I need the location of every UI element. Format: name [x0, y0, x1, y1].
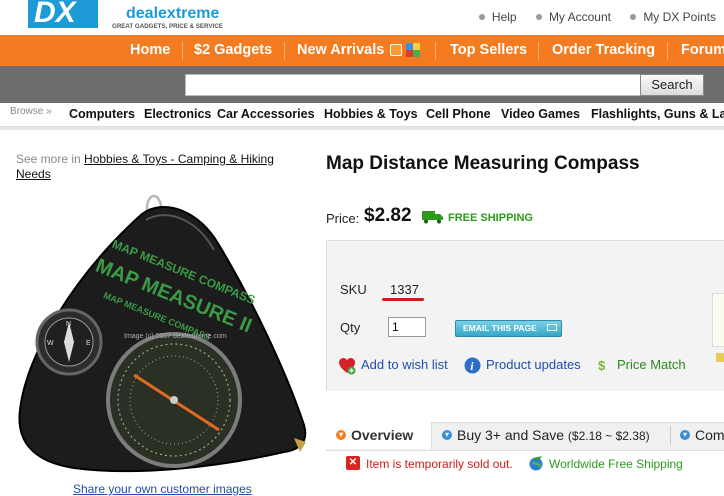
tab-overview[interactable]: ▾ Overview [326, 422, 432, 449]
truck-icon [422, 211, 443, 224]
quantity-input[interactable] [388, 317, 426, 337]
nav-divider [435, 42, 436, 60]
nav-divider [667, 42, 668, 60]
svg-text:E: E [86, 340, 91, 347]
category-flashlights[interactable]: Flashlights, Guns & Lasers [591, 107, 724, 121]
category-cell-phone[interactable]: Cell Phone [426, 107, 491, 121]
bullet-icon [478, 13, 485, 20]
email-page-button[interactable]: EMAIL THIS PAGE [455, 320, 562, 337]
logo-block: DX [28, 0, 98, 29]
product-updates-link[interactable]: Product updates [486, 357, 581, 372]
svg-text:N: N [66, 321, 71, 328]
svg-text:W: W [47, 340, 54, 347]
sku-underline [382, 298, 424, 301]
category-electronics[interactable]: Electronics [144, 107, 211, 121]
nav-divider [284, 42, 285, 60]
divider-bar [0, 127, 724, 130]
search-button[interactable]: Search [640, 74, 704, 96]
top-link-account[interactable]: My Account [535, 10, 611, 24]
nav-divider [182, 42, 183, 60]
tab-overview-label: Overview [351, 427, 414, 443]
side-warning-icon [716, 353, 724, 362]
logo-tagline: GREAT GADGETS, PRICE & SERVICE [112, 23, 223, 30]
bullet-icon [630, 13, 637, 20]
nav-divider [538, 42, 539, 60]
sku-label: SKU [340, 282, 367, 297]
side-panel-edge[interactable] [712, 293, 724, 347]
top-link-points[interactable]: My DX Points [630, 10, 716, 24]
chevron-down-icon: ▾ [680, 430, 690, 441]
breadcrumb: See more in Hobbies & Toys - Camping & H… [16, 152, 306, 182]
image-watermark: Image (c) 2007 dealextreme.com [124, 333, 227, 340]
sold-out-text: Item is temporarily sold out. [366, 457, 513, 471]
tab-divider [670, 426, 671, 445]
price-match-link[interactable]: Price Match [617, 357, 686, 372]
logo-name: dealextreme [126, 5, 219, 22]
category-bar: Browse » Computers Electronics Car Acces… [0, 103, 724, 127]
price-label: Price: [326, 211, 360, 226]
product-image[interactable]: MAP MEASURE COMPASS MAP MEASURE II MAP M… [14, 180, 314, 480]
info-icon[interactable]: i [464, 357, 481, 374]
worldwide-shipping-text: Worldwide Free Shipping [549, 457, 683, 471]
rss-icon[interactable] [390, 44, 402, 56]
tab-comments-label: Com [695, 427, 724, 443]
category-hobbies-toys[interactable]: Hobbies & Toys [324, 107, 418, 121]
chevron-down-icon: ▾ [442, 430, 452, 441]
search-input[interactable] [185, 74, 643, 96]
nav-top-sellers[interactable]: Top Sellers [450, 35, 527, 66]
sku-value: 1337 [390, 282, 419, 297]
browse-label: Browse » [10, 106, 52, 117]
top-link-label: My Account [548, 10, 611, 24]
breadcrumb-prefix: See more in [16, 152, 81, 166]
nav-2-gadgets[interactable]: $2 Gadgets [194, 35, 272, 66]
nav-new-arrivals[interactable]: New Arrivals [297, 35, 384, 66]
puzzle-icon[interactable] [406, 43, 420, 57]
free-shipping-badge: FREE SHIPPING [448, 212, 533, 224]
sold-out-icon: ✕ [346, 456, 360, 470]
product-title: Map Distance Measuring Compass [326, 153, 640, 174]
category-car-accessories[interactable]: Car Accessories [217, 107, 315, 121]
tab-buy3-label: Buy 3+ and Save [457, 427, 565, 443]
top-link-label: My DX Points [643, 10, 716, 24]
heart-icon[interactable] [338, 357, 356, 375]
tab-buy3-range: ($2.18 ~ $2.38) [567, 429, 650, 443]
top-link-help[interactable]: Help [478, 10, 517, 24]
email-button-label: EMAIL THIS PAGE [463, 323, 537, 333]
dollar-icon: $ [598, 358, 606, 373]
share-images-link[interactable]: Share your own customer images [73, 482, 252, 496]
main-nav: Home $2 Gadgets New Arrivals Top Sellers… [0, 35, 724, 66]
nav-home[interactable]: Home [130, 35, 170, 66]
nav-forum[interactable]: Forum [681, 35, 724, 66]
top-link-label: Help [491, 10, 517, 24]
top-links: Help My Account My DX Points [463, 10, 716, 24]
price-value: $2.82 [364, 205, 412, 226]
category-computers[interactable]: Computers [69, 107, 135, 121]
tab-comments[interactable]: ▾ Com [680, 422, 724, 449]
tab-buy-3[interactable]: ▾ Buy 3+ and Save ($2.18 ~ $2.38) [442, 422, 650, 449]
bullet-icon [535, 13, 542, 20]
plane-globe-icon [529, 456, 543, 471]
wishlist-link[interactable]: Add to wish list [361, 357, 448, 372]
envelope-icon [547, 324, 557, 331]
category-video-games[interactable]: Video Games [501, 107, 580, 121]
chevron-down-icon: ▾ [336, 430, 346, 441]
qty-label: Qty [340, 320, 361, 335]
logo-letters-text: DX [34, 0, 76, 29]
nav-order-tracking[interactable]: Order Tracking [552, 35, 655, 66]
